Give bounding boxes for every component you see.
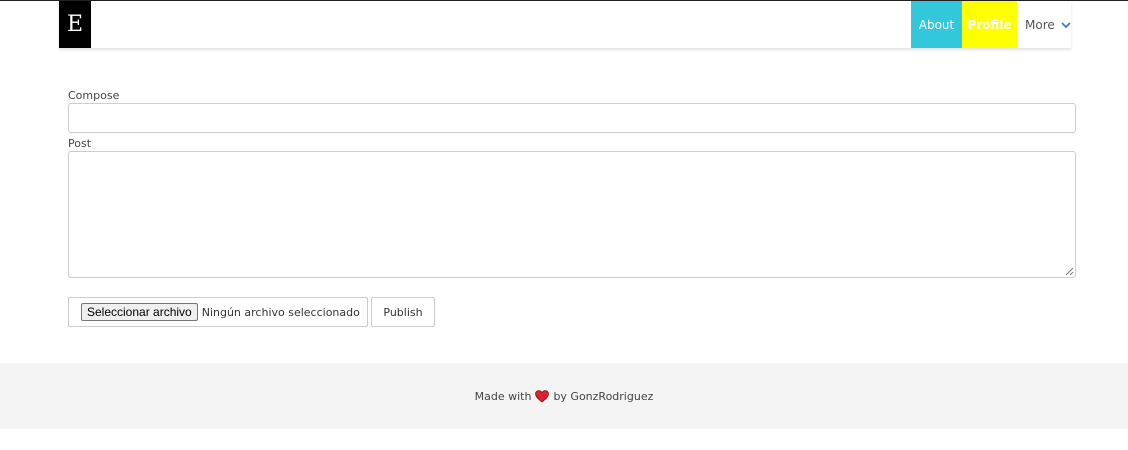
heart-icon xyxy=(535,389,550,403)
nav-item-profile[interactable]: Profile xyxy=(962,1,1017,48)
footer: Made with by GonzRodriguez xyxy=(0,363,1128,429)
post-label: Post xyxy=(68,137,92,150)
compose-label: Compose xyxy=(68,89,120,102)
file-input[interactable]: Seleccionar archivo Ningún archivo selec… xyxy=(68,297,368,327)
nav-item-about[interactable]: About xyxy=(911,1,962,48)
resize-grip-icon[interactable] xyxy=(1065,267,1074,276)
chevron-down-icon xyxy=(1061,21,1071,28)
post-textarea[interactable] xyxy=(68,151,1076,278)
top-navbar: E About Profile More xyxy=(59,1,1071,48)
compose-input[interactable] xyxy=(68,103,1076,133)
footer-text-after: by GonzRodriguez xyxy=(553,389,654,403)
brand-logo[interactable]: E xyxy=(59,1,91,48)
choose-file-button[interactable]: Seleccionar archivo xyxy=(81,303,198,321)
nav-more-label: More xyxy=(1025,17,1055,32)
publish-button[interactable]: Publish xyxy=(371,297,435,327)
footer-text-before: Made with xyxy=(474,389,532,403)
file-status-text: Ningún archivo seleccionado xyxy=(201,305,360,319)
nav-item-more[interactable]: More xyxy=(1025,1,1072,48)
